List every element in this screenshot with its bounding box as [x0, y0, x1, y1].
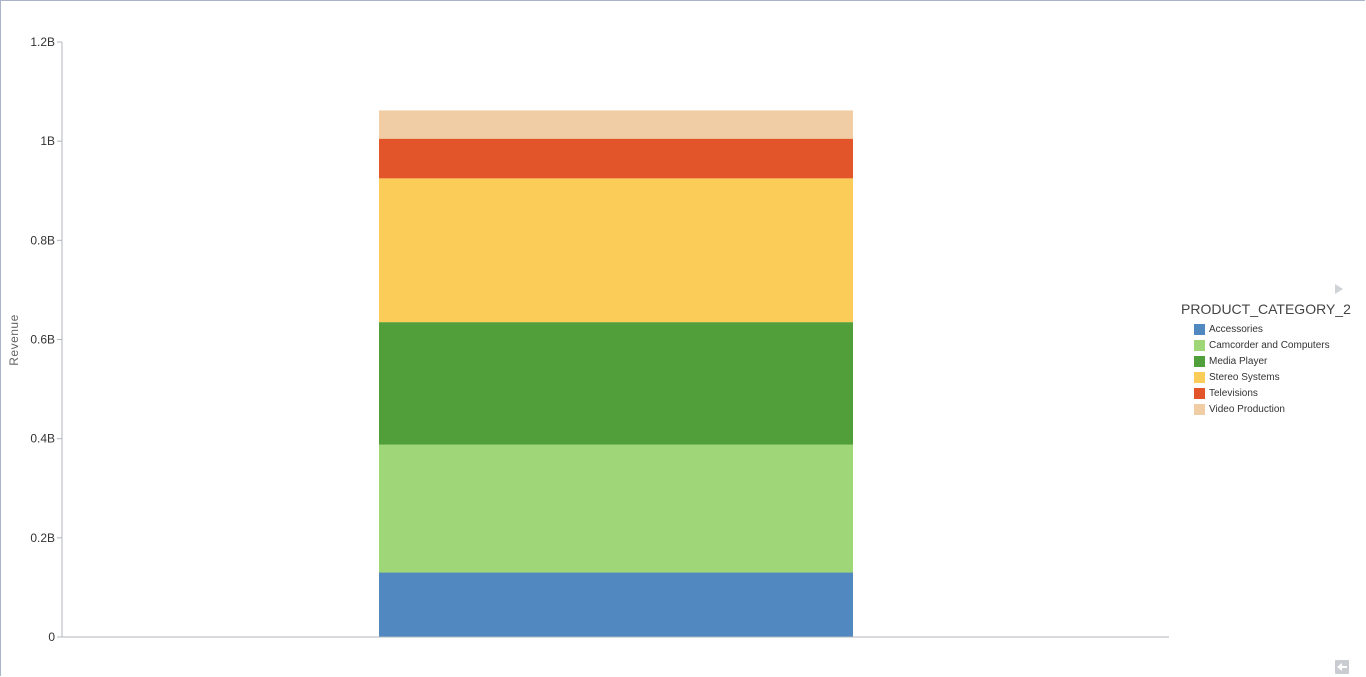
legend-swatch — [1194, 387, 1205, 399]
legend-swatch — [1194, 339, 1205, 351]
legend-item-stereo-systems[interactable]: Stereo Systems — [1194, 369, 1330, 385]
bar-segments — [379, 110, 853, 637]
stacked-bar-chart: 0 0.2B 0.4B 0.6B 0.8B 1B 1.2B Revenue — [7, 35, 1169, 644]
legend-swatch — [1194, 371, 1205, 383]
legend-item-televisions[interactable]: Televisions — [1194, 385, 1330, 401]
legend-label: Stereo Systems — [1209, 371, 1280, 383]
y-tick-label: 0.2B — [30, 531, 55, 545]
y-axis-title: Revenue — [7, 314, 21, 366]
y-tick-label: 0.4B — [30, 432, 55, 446]
bar-segment-stereo-systems[interactable] — [379, 178, 853, 323]
legend-swatch — [1194, 355, 1205, 367]
y-tick-label: 1B — [40, 134, 55, 148]
legend-item-media-player[interactable]: Media Player — [1194, 353, 1330, 369]
legend-scroll-arrow-icon[interactable] — [1335, 284, 1343, 294]
back-arrow-icon[interactable] — [1335, 660, 1349, 674]
y-tick-label: 0.8B — [30, 233, 55, 247]
y-tick-label: 1.2B — [30, 35, 55, 49]
y-tick-label: 0 — [48, 630, 55, 644]
legend-items: Accessories Camcorder and Computers Media … — [1194, 321, 1330, 417]
bar-segment-accessories[interactable] — [379, 572, 853, 637]
legend-item-accessories[interactable]: Accessories — [1194, 321, 1330, 337]
bar-segment-televisions[interactable] — [379, 138, 853, 179]
bar-segment-media-player[interactable] — [379, 322, 853, 445]
legend-label: Accessories — [1209, 323, 1263, 335]
legend-item-video-production[interactable]: Video Production — [1194, 401, 1330, 417]
legend-title: PRODUCT_CATEGORY_2 — [1181, 301, 1351, 317]
legend-swatch — [1194, 403, 1205, 415]
legend-item-camcorder-and-computers[interactable]: Camcorder and Computers — [1194, 337, 1330, 353]
y-tick-label: 0.6B — [30, 333, 55, 347]
legend-label: Video Production — [1209, 403, 1285, 415]
legend-label: Camcorder and Computers — [1209, 339, 1330, 351]
bar-segment-camcorder-and-computers[interactable] — [379, 444, 853, 573]
y-axis-ticks: 0 0.2B 0.4B 0.6B 0.8B 1B 1.2B — [30, 35, 62, 644]
legend-label: Televisions — [1209, 387, 1258, 399]
legend-label: Media Player — [1209, 355, 1268, 367]
bar-segment-video-production[interactable] — [379, 110, 853, 139]
legend-swatch — [1194, 323, 1205, 335]
